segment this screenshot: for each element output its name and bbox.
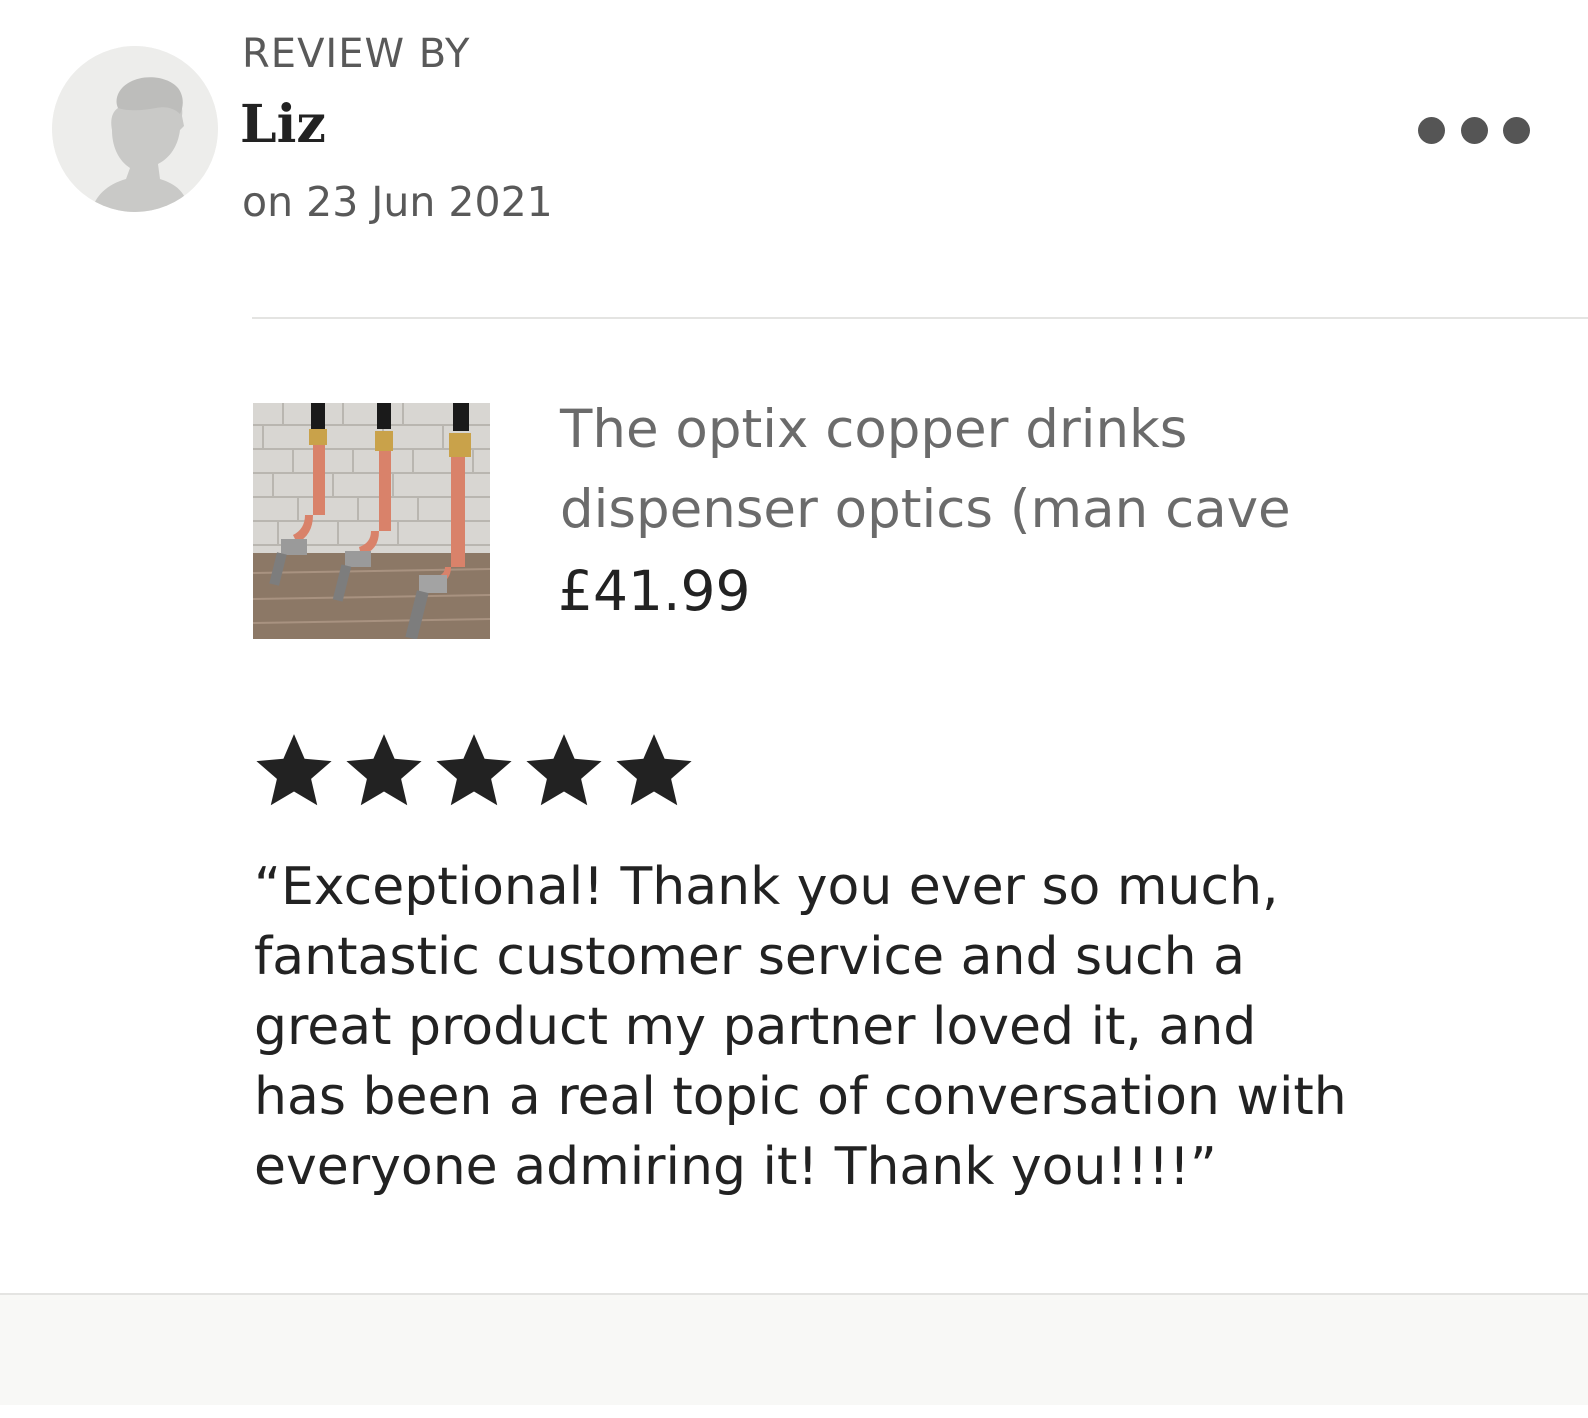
review-text-line: “Exceptional! Thank you ever so much, — [254, 857, 1279, 917]
product-price: £41.99 — [558, 559, 751, 623]
star-rating — [253, 730, 703, 810]
star-icon — [343, 730, 433, 810]
review-by-label: REVIEW BY — [242, 31, 471, 77]
review-text: “Exceptional! Thank you ever so much, fa… — [254, 852, 1574, 1202]
star-icon — [613, 730, 703, 810]
avatar[interactable] — [52, 46, 218, 212]
star-icon — [253, 730, 343, 810]
bottom-edge — [0, 1405, 1588, 1418]
product-thumbnail[interactable] — [253, 403, 490, 639]
star-icon — [433, 730, 523, 810]
default-user-silhouette-icon — [52, 46, 218, 212]
copper-drinks-dispenser-image — [253, 403, 490, 639]
reviewer-name[interactable]: Liz — [240, 92, 326, 158]
review-text-line: fantastic customer service and such a — [254, 927, 1245, 987]
more-horizontal-icon-dot — [1460, 116, 1488, 144]
more-options-button[interactable] — [1418, 110, 1530, 150]
star-icon — [523, 730, 613, 810]
product-title-line: The optix copper drinks — [560, 399, 1188, 460]
product-title-link[interactable]: The optix copper drinks dispenser optics… — [560, 390, 1560, 550]
review-text-line: everyone admiring it! Thank you!!!!” — [254, 1137, 1217, 1197]
product-title-line: dispenser optics (man cave — [560, 479, 1291, 540]
review-text-line: has been a real topic of conversation wi… — [254, 1067, 1347, 1127]
more-horizontal-icon-dot — [1503, 116, 1530, 144]
footer-area — [0, 1293, 1588, 1407]
review-date: on 23 Jun 2021 — [242, 178, 553, 226]
divider — [252, 317, 1588, 319]
more-horizontal-icon — [1418, 116, 1445, 144]
review-text-line: great product my partner loved it, and — [254, 997, 1257, 1057]
